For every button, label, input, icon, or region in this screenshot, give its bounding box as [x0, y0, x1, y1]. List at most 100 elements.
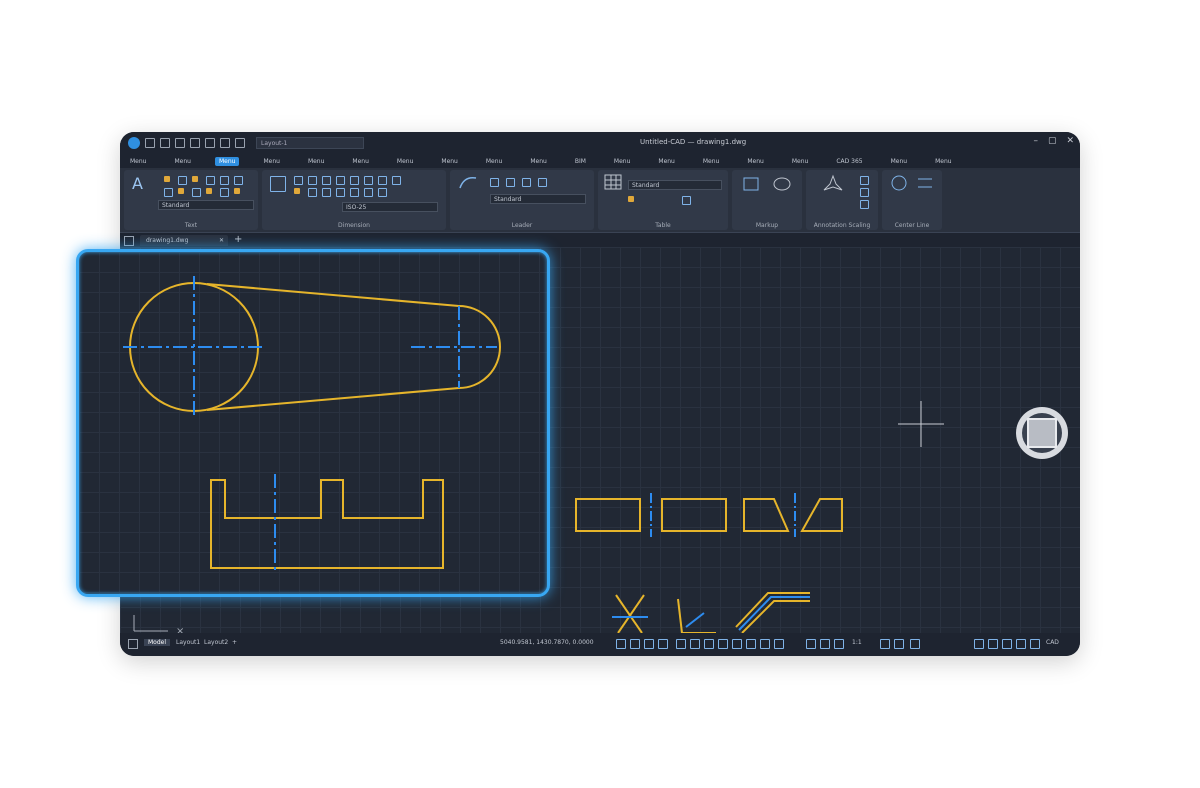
tab-menu-14[interactable]: Menu — [743, 157, 767, 166]
dim-tool-icon[interactable] — [336, 176, 345, 185]
tab-menu-18[interactable]: Menu — [931, 157, 955, 166]
annotation-tool-icon[interactable] — [860, 176, 869, 185]
save-icon[interactable] — [175, 138, 185, 148]
grid-toggle-icon[interactable] — [616, 639, 626, 649]
isolate-objects-icon[interactable] — [1002, 639, 1012, 649]
text-tool-icon[interactable] — [178, 188, 184, 194]
tab-model[interactable]: Model — [144, 639, 171, 646]
table-tool-icon[interactable] — [628, 196, 634, 202]
dim-tool-icon[interactable] — [308, 188, 317, 197]
text-tool-icon[interactable] — [206, 176, 215, 185]
new-icon[interactable] — [145, 138, 155, 148]
dyn-toggle-icon[interactable] — [718, 639, 728, 649]
text-tool-icon[interactable] — [234, 188, 240, 194]
osnap-toggle-icon[interactable] — [676, 639, 686, 649]
dim-tool-icon[interactable] — [294, 176, 303, 185]
dim-tool-icon[interactable] — [364, 188, 373, 197]
text-tool-icon[interactable] — [192, 176, 198, 182]
leader-tool-icon[interactable] — [538, 178, 547, 187]
tab-menu-5[interactable]: Menu — [348, 157, 372, 166]
lineweight-toggle-icon[interactable] — [732, 639, 742, 649]
dim-tool-icon[interactable] — [294, 188, 300, 194]
annotation-tool-icon[interactable] — [860, 200, 869, 209]
leader-icon[interactable] — [458, 174, 478, 190]
text-tool-icon[interactable] — [178, 176, 187, 185]
leader-tool-icon[interactable] — [522, 178, 531, 187]
tab-menu-0[interactable]: Menu — [126, 157, 150, 166]
transparency-toggle-icon[interactable] — [746, 639, 756, 649]
selection-cycling-icon[interactable] — [760, 639, 770, 649]
tab-menu-15[interactable]: Menu — [788, 157, 812, 166]
customize-icon[interactable] — [1030, 639, 1040, 649]
redo-icon[interactable] — [235, 138, 245, 148]
dim-tool-icon[interactable] — [364, 176, 373, 185]
app-logo-icon[interactable] — [128, 137, 140, 149]
table-tool-icon[interactable] — [682, 196, 691, 205]
text-style-select[interactable]: Standard — [158, 200, 254, 210]
tab-layout2[interactable]: Layout2 — [204, 639, 228, 646]
workspace-switch-icon[interactable] — [894, 639, 904, 649]
dim-tool-icon[interactable] — [350, 188, 359, 197]
text-tool-icon[interactable] — [234, 176, 243, 185]
annotation-scale-icon[interactable] — [822, 174, 844, 194]
tab-menu-16[interactable]: CAD 365 — [832, 157, 866, 166]
tab-menu-1[interactable]: Menu — [170, 157, 194, 166]
tab-layout1[interactable]: Layout1 — [176, 639, 200, 646]
ducs-toggle-icon[interactable] — [704, 639, 714, 649]
dim-tool-icon[interactable] — [308, 176, 317, 185]
save-as-icon[interactable] — [190, 138, 200, 148]
tab-menu-4[interactable]: Menu — [304, 157, 328, 166]
ortho-toggle-icon[interactable] — [644, 639, 654, 649]
text-tool-icon[interactable] — [164, 188, 173, 197]
polar-toggle-icon[interactable] — [658, 639, 668, 649]
text-icon[interactable]: A — [132, 174, 143, 193]
dim-tool-icon[interactable] — [378, 188, 387, 197]
menu-icon[interactable] — [124, 236, 134, 246]
leader-style-select[interactable]: Standard — [490, 194, 586, 204]
text-tool-icon[interactable] — [192, 188, 201, 197]
add-layout-icon[interactable]: + — [232, 639, 237, 646]
leader-tool-icon[interactable] — [506, 178, 515, 187]
annotation-tool-icon[interactable] — [910, 639, 920, 649]
text-tool-icon[interactable] — [220, 176, 229, 185]
annotation-scale-value[interactable]: 1:1 — [852, 639, 862, 646]
open-icon[interactable] — [160, 138, 170, 148]
table-icon[interactable] — [604, 174, 622, 190]
dim-tool-icon[interactable] — [322, 176, 331, 185]
tab-menu-17[interactable]: Menu — [887, 157, 911, 166]
tab-menu-11[interactable]: Menu — [610, 157, 634, 166]
dim-tool-icon[interactable] — [350, 176, 359, 185]
tab-menu-13[interactable]: Menu — [699, 157, 723, 166]
gear-icon[interactable] — [974, 639, 984, 649]
center-mark-icon[interactable] — [890, 174, 908, 192]
snap-toggle-icon[interactable] — [630, 639, 640, 649]
text-tool-icon[interactable] — [206, 188, 212, 194]
dimension-icon[interactable] — [270, 176, 286, 192]
hardware-acceleration-icon[interactable] — [988, 639, 998, 649]
maximize-icon[interactable]: ▢ — [1048, 136, 1057, 146]
markup-icon[interactable] — [742, 176, 762, 192]
otrack-toggle-icon[interactable] — [690, 639, 700, 649]
dim-tool-icon[interactable] — [322, 188, 331, 197]
annotation-scale-icon[interactable] — [880, 639, 890, 649]
leader-tool-icon[interactable] — [490, 178, 499, 187]
dim-tool-icon[interactable] — [378, 176, 387, 185]
annotation-visibility-icon[interactable] — [834, 639, 844, 649]
pan-icon[interactable] — [820, 639, 830, 649]
tab-menu-10[interactable]: BIM — [571, 157, 590, 166]
text-tool-icon[interactable] — [164, 176, 170, 182]
text-tool-icon[interactable] — [220, 188, 229, 197]
centerline-icon[interactable] — [916, 174, 934, 192]
plot-icon[interactable] — [205, 138, 215, 148]
zoom-icon[interactable] — [806, 639, 816, 649]
minimize-icon[interactable]: – — [1033, 136, 1038, 146]
menu-icon[interactable] — [128, 639, 138, 649]
tab-menu-12[interactable]: Menu — [654, 157, 678, 166]
tab-menu-8[interactable]: Menu — [482, 157, 506, 166]
close-icon[interactable]: ✕ — [219, 235, 224, 246]
tab-menu-2[interactable]: Menu — [214, 156, 240, 166]
table-style-select[interactable]: Standard — [628, 180, 722, 190]
annotation-tool-icon[interactable] — [860, 188, 869, 197]
tab-menu-9[interactable]: Menu — [526, 157, 550, 166]
clean-screen-icon[interactable] — [1016, 639, 1026, 649]
